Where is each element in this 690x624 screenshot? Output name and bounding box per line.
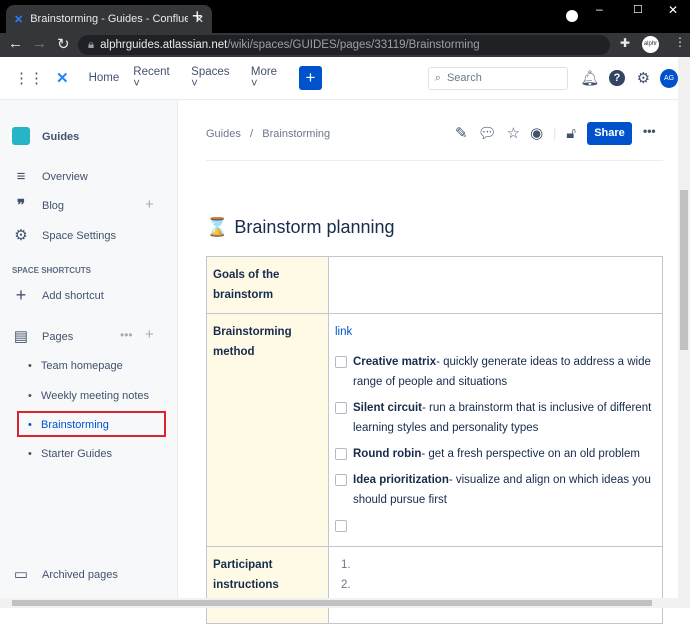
app-switcher-icon[interactable]: ⋮⋮ — [14, 69, 44, 87]
pages-icon: ▤ — [13, 328, 29, 345]
nav-more[interactable]: More ˅ — [251, 66, 285, 90]
browser-tab-bar: ✕ Brainstorming - Guides - Conflue ✕ + –… — [0, 0, 690, 33]
more-actions-icon[interactable]: ••• — [643, 124, 656, 138]
task-checkbox[interactable] — [335, 474, 347, 486]
browser-tab[interactable]: ✕ Brainstorming - Guides - Conflue ✕ — [6, 5, 212, 33]
sidebar-item-blog[interactable]: Blog — [42, 200, 64, 212]
nav-spaces[interactable]: Spaces ˅ — [191, 66, 237, 90]
star-icon[interactable]: ☆ — [507, 124, 520, 142]
page-tree-item[interactable]: • Team homepage — [28, 360, 123, 372]
plus-icon: + — [15, 285, 27, 305]
comment-icon[interactable]: 💬︎ — [478, 124, 497, 142]
maximize-icon[interactable]: ☐ — [633, 3, 643, 16]
task-item: Silent circuit- run a brainstorm that is… — [335, 398, 656, 438]
space-logo-icon — [12, 127, 30, 145]
create-button[interactable]: + — [299, 66, 322, 90]
page-tree-item-active[interactable]: • Brainstorming — [28, 419, 109, 431]
user-avatar[interactable]: AG — [660, 68, 678, 88]
restrictions-lock-icon[interactable]: 🔓︎ — [566, 125, 576, 142]
task-checkbox[interactable] — [335, 448, 347, 460]
shortcuts-header: SPACE SHORTCUTS — [12, 266, 91, 275]
browser-menu-icon[interactable]: ⋮ — [674, 35, 686, 49]
forward-icon[interactable]: → — [32, 35, 47, 52]
breadcrumb: Guides / Brainstorming — [206, 128, 331, 140]
lock-icon: 🔒︎ — [88, 38, 95, 51]
page-tree-item[interactable]: • Weekly meeting notes — [28, 390, 149, 402]
sidebar: Guides ≡ Overview ❞ Blog + ⚙ Space Setti… — [0, 100, 178, 598]
breadcrumb-space[interactable]: Guides — [206, 128, 241, 140]
sidebar-item-overview[interactable]: Overview — [42, 171, 88, 183]
media-icon[interactable] — [566, 10, 578, 22]
watch-eye-icon[interactable]: ◉ — [530, 124, 543, 142]
overview-icon: ≡ — [16, 168, 26, 185]
sidebar-item-space-settings[interactable]: Space Settings — [42, 230, 116, 242]
tab-title: Brainstorming - Guides - Conflue — [30, 13, 188, 25]
scrollbar-thumb[interactable] — [680, 190, 688, 350]
table-row: Goals of the brainstorm — [206, 256, 663, 314]
profile-avatar[interactable]: alphr — [642, 36, 659, 53]
planning-table: Goals of the brainstorm Brainstorming me… — [206, 256, 663, 624]
page-toolbar: ✎ 💬︎ ☆ ◉ | 🔓︎ — [455, 124, 577, 143]
share-button[interactable]: Share — [587, 122, 632, 145]
list-item: 2. — [341, 579, 351, 591]
add-page-icon[interactable]: + — [145, 326, 154, 343]
close-window-icon[interactable]: ✕ — [668, 3, 678, 17]
method-link[interactable]: link — [335, 322, 656, 342]
url-field[interactable]: 🔒︎ alphrguides.atlassian.net/wiki/spaces… — [78, 35, 610, 55]
task-item — [335, 516, 656, 532]
page-tree-item[interactable]: • Starter Guides — [28, 448, 112, 460]
minimize-icon[interactable]: – — [596, 2, 603, 16]
confluence-top-nav: ⋮⋮ ✕ Home Recent ˅ Spaces ˅ More ˅ + ⌕ Se… — [0, 57, 678, 100]
task-checkbox[interactable] — [335, 520, 347, 532]
divider — [206, 160, 663, 161]
search-icon: ⌕ — [434, 71, 441, 84]
settings-icon[interactable]: ⚙ — [637, 69, 650, 87]
notifications-icon[interactable]: 🔔︎ — [580, 69, 599, 87]
row-header: Participant instructions — [206, 546, 329, 624]
sidebar-item-pages[interactable]: Pages — [42, 331, 73, 343]
reload-icon[interactable]: ↻ — [57, 35, 70, 53]
sidebar-space-name[interactable]: Guides — [42, 131, 79, 143]
extensions-icon[interactable]: ✚ — [620, 36, 630, 50]
add-shortcut[interactable]: Add shortcut — [42, 290, 104, 302]
archive-icon: ▭ — [13, 566, 29, 583]
confluence-icon: ✕ — [14, 13, 24, 26]
hourglass-icon: ⌛ — [206, 217, 229, 237]
table-row: Brainstorming method link Creative matri… — [206, 313, 663, 547]
help-icon[interactable]: ? — [609, 70, 625, 86]
task-item: Idea prioritization- visualize and align… — [335, 470, 656, 510]
sidebar-item-archived[interactable]: Archived pages — [42, 569, 118, 581]
new-tab-icon[interactable]: + — [192, 6, 203, 27]
confluence-logo-icon[interactable]: ✕ — [56, 69, 69, 87]
add-blog-icon[interactable]: + — [145, 196, 154, 213]
edit-pencil-icon[interactable]: ✎ — [455, 124, 468, 142]
back-icon[interactable]: ← — [8, 35, 23, 52]
list-item: 1. — [341, 559, 351, 571]
task-checkbox[interactable] — [335, 402, 347, 414]
task-checkbox[interactable] — [335, 356, 347, 368]
page-title: ⌛ Brainstorm planning — [206, 217, 395, 237]
table-cell[interactable]: link Creative matrix- quickly generate i… — [328, 313, 663, 547]
gear-icon: ⚙ — [14, 227, 28, 244]
row-header: Brainstorming method — [206, 313, 329, 547]
pages-more-icon[interactable]: ••• — [120, 328, 133, 342]
table-cell[interactable]: 1. 2. 3. — [328, 546, 663, 624]
task-item: Creative matrix- quickly generate ideas … — [335, 352, 656, 392]
breadcrumb-page[interactable]: Brainstorming — [262, 128, 330, 140]
row-header: Goals of the brainstorm — [206, 256, 329, 314]
nav-recent[interactable]: Recent ˅ — [133, 66, 177, 90]
horizontal-scrollbar[interactable] — [0, 598, 690, 608]
task-item: Round robin- get a fresh perspective on … — [335, 444, 656, 464]
table-row: Participant instructions 1. 2. 3. — [206, 546, 663, 624]
table-cell[interactable] — [328, 256, 663, 314]
search-input[interactable]: ⌕ Search — [427, 66, 569, 90]
nav-home[interactable]: Home — [89, 72, 120, 84]
blog-quote-icon: ❞ — [16, 197, 26, 214]
